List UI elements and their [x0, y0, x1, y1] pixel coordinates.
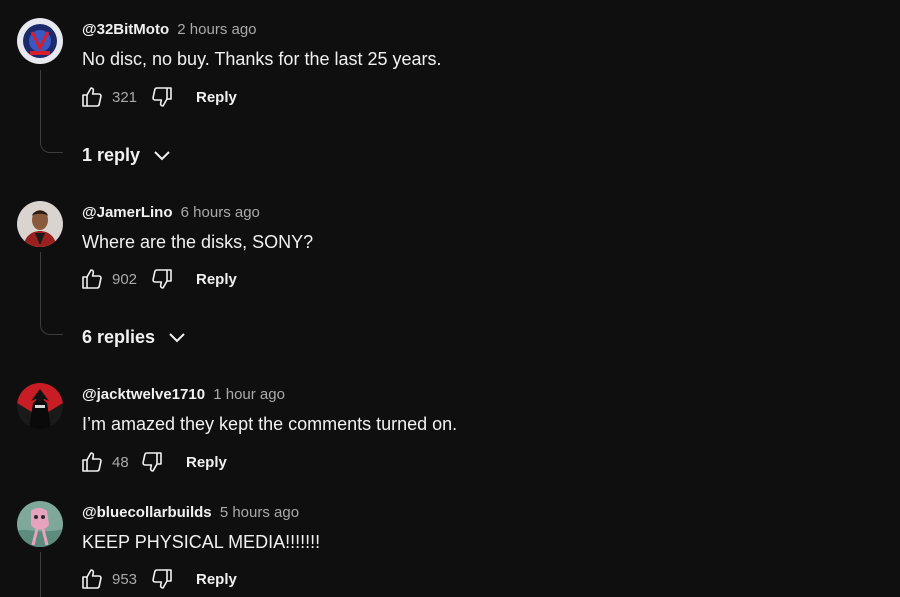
comment-text: I’m amazed they kept the comments turned… — [82, 414, 458, 434]
comment-actions: 48 Reply — [80, 450, 227, 474]
like-count: 953 — [112, 570, 138, 588]
thumbs-up-icon — [82, 452, 102, 472]
thumbs-down-icon — [152, 569, 172, 589]
comment-author[interactable]: @jacktwelve1710 — [82, 386, 205, 403]
view-replies-button[interactable]: 6 replies — [82, 327, 187, 348]
dislike-button[interactable] — [150, 567, 174, 591]
thumbs-down-icon — [152, 87, 172, 107]
dislike-button[interactable] — [150, 267, 174, 291]
comment-header: @bluecollarbuilds 5 hours ago — [82, 504, 299, 521]
avatar[interactable] — [17, 201, 63, 247]
reply-button[interactable]: Reply — [196, 571, 237, 588]
comment-text: No disc, no buy. Thanks for the last 25 … — [82, 49, 442, 69]
thumbs-down-icon — [142, 452, 162, 472]
comment-thread: @32BitMoto 2 hours ago No disc, no buy. … — [0, 0, 900, 597]
comment-timestamp[interactable]: 2 hours ago — [177, 21, 256, 38]
thread-connector — [40, 552, 41, 597]
dislike-button[interactable] — [150, 85, 174, 109]
like-button[interactable] — [80, 567, 104, 591]
reply-button[interactable]: Reply — [186, 454, 227, 471]
thumbs-up-icon — [82, 569, 102, 589]
thumbs-up-icon — [82, 269, 102, 289]
reply-button[interactable]: Reply — [196, 271, 237, 288]
avatar[interactable] — [17, 18, 63, 64]
like-button[interactable] — [80, 267, 104, 291]
replies-count-label: 6 replies — [82, 327, 156, 347]
comment-timestamp[interactable]: 5 hours ago — [220, 504, 299, 521]
like-button[interactable] — [80, 85, 104, 109]
comment-timestamp[interactable]: 6 hours ago — [181, 204, 260, 221]
comment-header: @jacktwelve1710 1 hour ago — [82, 386, 285, 403]
comment-header: @32BitMoto 2 hours ago — [82, 21, 257, 38]
reply-button[interactable]: Reply — [196, 89, 237, 106]
comment-author[interactable]: @32BitMoto — [82, 21, 169, 38]
like-count: 48 — [112, 453, 129, 471]
comment-text: KEEP PHYSICAL MEDIA!!!!!!! — [82, 532, 321, 552]
view-replies-button[interactable]: 1 reply — [82, 145, 172, 166]
avatar[interactable] — [17, 501, 63, 547]
avatar[interactable] — [17, 383, 63, 429]
comment-actions: 902 Reply — [80, 267, 237, 291]
thread-connector — [40, 252, 63, 335]
replies-count-label: 1 reply — [82, 145, 141, 165]
chevron-down-icon — [169, 332, 185, 342]
like-count: 902 — [112, 270, 138, 288]
thumbs-down-icon — [152, 269, 172, 289]
comment-header: @JamerLino 6 hours ago — [82, 204, 260, 221]
comment-text: Where are the disks, SONY? — [82, 232, 314, 252]
comment-author[interactable]: @JamerLino — [82, 204, 172, 221]
comment-actions: 321 Reply — [80, 85, 237, 109]
thumbs-up-icon — [82, 87, 102, 107]
thread-connector — [40, 70, 63, 153]
like-count: 321 — [112, 88, 138, 106]
comment-actions: 953 Reply — [80, 567, 237, 591]
like-button[interactable] — [80, 450, 104, 474]
comment-author[interactable]: @bluecollarbuilds — [82, 504, 212, 521]
chevron-down-icon — [154, 150, 170, 160]
comment-timestamp[interactable]: 1 hour ago — [213, 386, 285, 403]
dislike-button[interactable] — [140, 450, 164, 474]
